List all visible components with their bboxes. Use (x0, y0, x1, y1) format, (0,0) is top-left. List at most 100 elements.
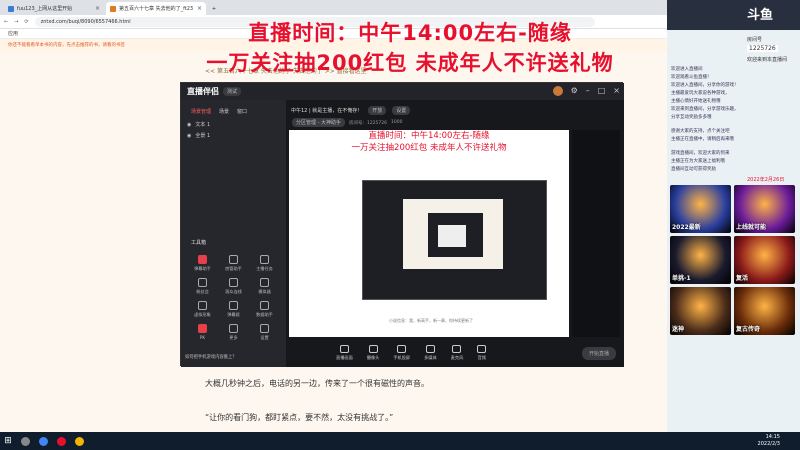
phone-source-button[interactable]: 手机投屏 (393, 344, 410, 361)
camera-source-button[interactable]: 摄像头 (367, 344, 379, 361)
app-icon (74, 436, 84, 446)
tool-item[interactable]: 数据助手 (249, 301, 280, 318)
phone-icon (397, 344, 407, 353)
tab-label: fuu123_上网从这里开始 (17, 6, 73, 12)
thumbnail[interactable]: 复活 (734, 236, 795, 284)
tab-scene[interactable]: 场景 (219, 108, 229, 115)
tab-scene-manage[interactable]: 场景管理 (191, 108, 211, 115)
screen-source-button[interactable]: 直播画面 (336, 344, 353, 361)
audio-button[interactable]: 音频 (477, 344, 487, 361)
close-icon[interactable]: × (95, 5, 100, 12)
minimize-icon[interactable]: – (586, 86, 590, 96)
help-tip[interactable]: 如何把手机游戏内容搬上？ (185, 354, 237, 360)
source-item[interactable]: ◉ 文本 1 (181, 119, 286, 130)
reload-icon[interactable]: ⟳ (24, 19, 28, 25)
settings-button[interactable]: 设置 (392, 106, 411, 115)
tab-label: 第五百六十七章 失去他的了_ft23 (119, 6, 194, 12)
close-icon[interactable]: × (197, 5, 202, 12)
chat-line: 感谢大家的支持，点个关注吧 (671, 129, 730, 134)
chat-line: 主播最爱玩大家说各种游戏， (671, 91, 730, 96)
category-selector[interactable]: 分区管理 - 大神助手 (292, 118, 345, 127)
settings-icon[interactable]: ⚙ (571, 86, 578, 96)
eye-icon[interactable]: ◉ (187, 122, 191, 128)
open-button[interactable]: 开放 (368, 106, 387, 115)
app-logo: 直播伴侣 (187, 87, 219, 96)
source-toolbar: 直播画面 摄像头 手机投屏 多媒体 麦克风 音频 (286, 338, 624, 367)
taskbar-app[interactable] (16, 432, 34, 450)
overlay-line: 直播时间：中午14:00左右-随缘 (368, 131, 490, 141)
microphone-button[interactable]: 麦克风 (451, 344, 463, 361)
task-icon (260, 255, 269, 264)
back-icon[interactable]: ← (4, 19, 8, 25)
room-number: 1225726 (747, 45, 778, 52)
tool-item[interactable]: 弹幕姬 (218, 301, 249, 318)
streaming-app-window: 直播伴侣 测试 ⚙ – □ × 场景管理 场景 窗口 ◉ 文本 1 ◉ 全景 1… (180, 82, 624, 367)
link-icon (229, 278, 238, 287)
tool-item[interactable]: 弹幕助手 (187, 255, 218, 272)
speaker-icon (477, 344, 487, 353)
chat-line: 欢迎进入直播间 (671, 67, 703, 72)
avatar[interactable] (552, 86, 563, 96)
camera-icon (368, 344, 378, 353)
data-icon (260, 301, 269, 310)
tool-item[interactable]: 模拟器 (249, 278, 280, 295)
pk-icon (198, 324, 207, 333)
tool-item[interactable]: 虚拟形象 (187, 301, 218, 318)
taskbar-app[interactable] (52, 432, 70, 450)
close-icon[interactable]: × (613, 86, 620, 96)
taskbar-app[interactable] (34, 432, 52, 450)
tool-item[interactable]: 观众连线 (218, 278, 249, 295)
app-titlebar: 直播伴侣 测试 ⚙ – □ × (181, 83, 624, 100)
thumbnail[interactable]: 单挑-1 (670, 236, 731, 284)
system-clock[interactable]: 14:15 2022/2/3 (758, 434, 780, 448)
windows-start-icon[interactable]: ⊞ (0, 432, 16, 450)
taskbar-app[interactable] (70, 432, 88, 450)
source-label: 文本 1 (195, 122, 211, 128)
manager-icon (229, 255, 238, 264)
source-item[interactable]: ◉ 全景 1 (181, 130, 286, 141)
fans-count: 1000 (391, 120, 403, 125)
stream-meta: 分区管理 - 大神助手 房间号：1225726 1000 (292, 118, 402, 127)
screen-icon (339, 344, 349, 353)
media-source-button[interactable]: 多媒体 (424, 344, 437, 361)
chat-icon (229, 301, 238, 310)
tab-home[interactable]: fuu123_上网从这里开始 × (4, 2, 104, 15)
forward-icon[interactable]: → (14, 19, 18, 25)
tab-bar: fuu123_上网从这里开始 × 第五百六十七章 失去他的了_ft23 × + (0, 0, 667, 15)
room-label: 房间号 (747, 37, 763, 43)
thumbnail[interactable]: 迷神 (670, 287, 731, 335)
thumbnail[interactable]: 2022最新 (670, 185, 731, 233)
stream-title[interactable]: 中午12 | 就是主播，在不俺存！ (291, 107, 362, 114)
tool-item[interactable]: 房管助手 (218, 255, 249, 272)
preview-sidebar (572, 130, 620, 337)
tool-item[interactable]: 粉丝会 (187, 278, 218, 295)
tab-window[interactable]: 窗口 (237, 108, 247, 115)
chat-line: 游戏直播间，欢迎大家的到来 (671, 151, 730, 156)
paragraph: “让你的看门狗，都盯紧点，要不然，太没有挑战了。” (205, 413, 394, 422)
tool-item[interactable]: 主播任务 (249, 255, 280, 272)
side-header: 斗鱼 (667, 0, 800, 30)
tool-item[interactable]: PK (187, 324, 218, 341)
chat-line: 直播间互动可获得奖励 (671, 167, 716, 172)
scene-tabs: 场景管理 场景 窗口 (181, 100, 286, 119)
eye-icon[interactable]: ◉ (187, 133, 191, 139)
thumbnail[interactable]: 上线就可能 (734, 185, 795, 233)
chat-line: 主播正在直播中，请稍后再来哦 (671, 137, 734, 142)
start-live-button[interactable]: 开始直播 (581, 347, 616, 360)
chat-line: 欢迎来到直播间，分享游戏乐趣， (671, 107, 739, 112)
maximize-icon[interactable]: □ (598, 86, 606, 96)
tool-item[interactable]: 更多 (218, 324, 249, 341)
douyu-logo: 斗鱼 (747, 8, 774, 23)
file-explorer-icon (20, 436, 30, 446)
nested-page-capture (438, 225, 466, 247)
preview-caption: 小说信息：我，新高手，新一章，你持续更新了 (389, 318, 473, 323)
thumbnail[interactable]: 复古传奇 (734, 287, 795, 335)
taskbar: ⊞ 14:15 2022/2/3 (0, 432, 800, 450)
tab-novel[interactable]: 第五百六十七章 失去他的了_ft23 × (106, 2, 206, 15)
nested-app-capture (428, 213, 483, 257)
streaming-app-icon (56, 436, 66, 446)
tool-item[interactable]: 设置 (249, 324, 280, 341)
apps-bookmark[interactable]: 应用 (8, 30, 18, 37)
stream-preview[interactable]: 直播时间：中午14:00左右-随缘 一万关注抽200红包 未成年人不许送礼物 小… (289, 130, 569, 337)
new-tab-button[interactable]: + (208, 2, 220, 15)
